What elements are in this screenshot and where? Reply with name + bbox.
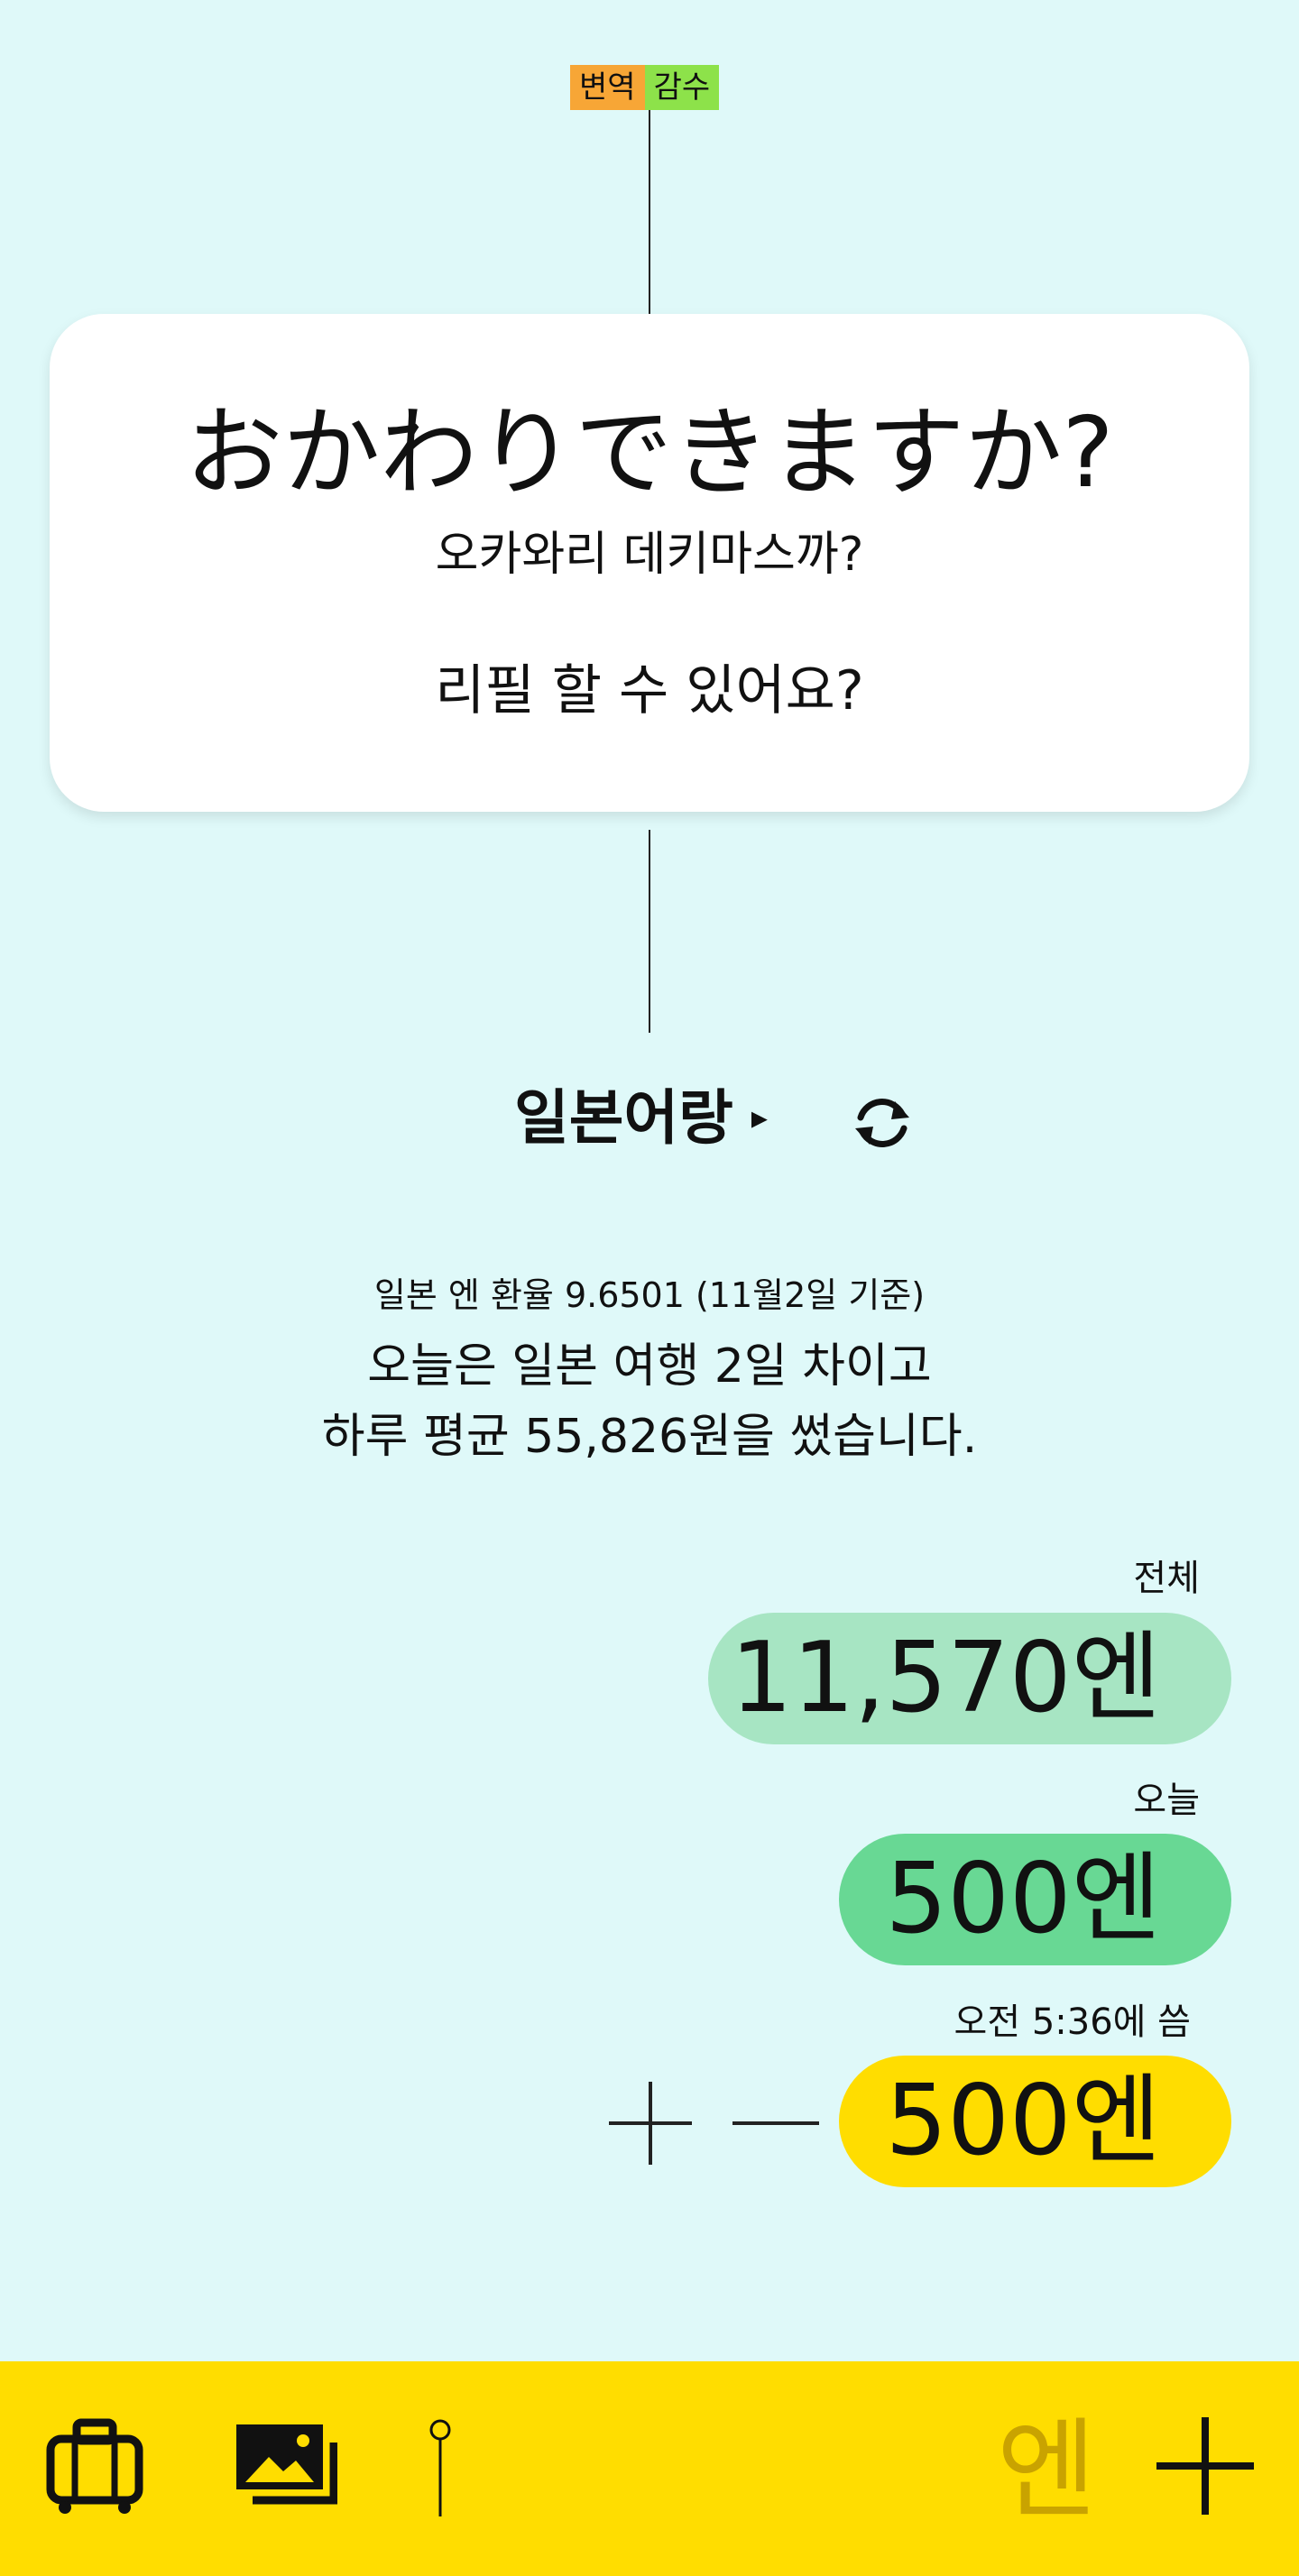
entry-time-label: 오전 5:36에 씀 bbox=[954, 2001, 1191, 2043]
review-badge[interactable]: 감수 bbox=[644, 65, 720, 110]
trip-summary-line2: 하루 평균 55,826원을 썼습니다. bbox=[321, 1410, 978, 1464]
language-label: 일본어랑 bbox=[514, 1083, 733, 1153]
connector-line-bottom bbox=[649, 830, 650, 1033]
connector-line-top bbox=[649, 110, 650, 314]
entry-amount[interactable]: 500엔 bbox=[839, 2056, 1231, 2187]
trip-summary: 오늘은 일본 여행 2일 차이고 하루 평균 55,826원을 썼습니다. bbox=[0, 1331, 1299, 1472]
phrase-card[interactable]: おかわりできますか? 오카와리 데키마스까? 리필 할 수 있어요? bbox=[50, 314, 1249, 812]
refresh-icon[interactable] bbox=[846, 1087, 918, 1159]
minus-icon[interactable] bbox=[732, 2121, 819, 2125]
phrase-meaning: 리필 할 수 있어요? bbox=[435, 659, 864, 722]
trip-summary-line1: 오늘은 일본 여행 2일 차이고 bbox=[367, 1339, 932, 1394]
total-label: 전체 bbox=[1133, 1558, 1200, 1599]
total-amount[interactable]: 11,570엔 bbox=[708, 1613, 1231, 1744]
bottom-toolbar: 엔 bbox=[0, 2361, 1299, 2576]
language-arrow-icon: ▸ bbox=[751, 1099, 768, 1136]
exchange-rate-text: 일본 엔 환율 9.6501 (11월2일 기준) bbox=[373, 1275, 926, 1315]
today-amount[interactable]: 500엔 bbox=[839, 1834, 1231, 1965]
phrase-reading: 오카와리 데키마스까? bbox=[435, 528, 864, 582]
suitcase-icon[interactable] bbox=[45, 2417, 144, 2516]
today-label: 오늘 bbox=[1133, 1780, 1200, 1821]
currency-toggle[interactable]: 엔 bbox=[997, 2417, 1096, 2525]
plus-icon[interactable] bbox=[607, 2080, 694, 2167]
language-selector[interactable]: 일본어랑 ▸ bbox=[514, 1078, 768, 1159]
pin-icon[interactable] bbox=[422, 2417, 458, 2518]
translation-badge[interactable]: 변역 bbox=[570, 65, 645, 110]
photos-icon[interactable] bbox=[233, 2421, 337, 2511]
japanese-phrase: おかわりできますか? bbox=[185, 397, 1114, 510]
add-expense-plus-icon[interactable] bbox=[1155, 2415, 1256, 2516]
badge-group: 변역 감수 bbox=[570, 65, 720, 110]
